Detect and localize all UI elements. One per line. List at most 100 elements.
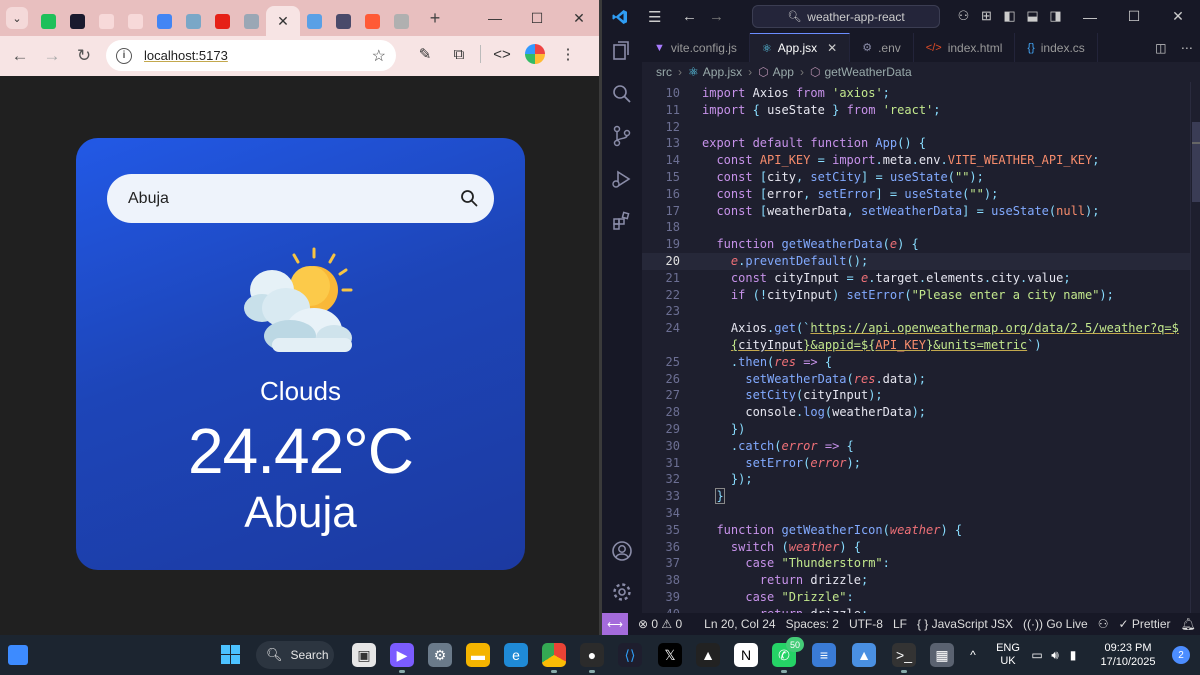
code-line[interactable]: 28 console.log(weatherData);: [642, 404, 1190, 421]
toggle-secondary-sidebar-icon[interactable]: ◨: [1044, 8, 1067, 24]
vscode-taskbar-icon[interactable]: ⟨⟩: [618, 643, 642, 667]
browser-tab[interactable]: [63, 6, 92, 36]
vscode-close-button[interactable]: ✕: [1156, 8, 1200, 25]
problems-indicator[interactable]: ⊗ 0 ⚠ 0: [638, 617, 682, 631]
code-line[interactable]: 13 export default function App() {: [642, 135, 1190, 152]
minimize-button[interactable]: —: [474, 10, 516, 27]
windows-start-icon[interactable]: [221, 645, 240, 664]
browser-tab[interactable]: [179, 6, 208, 36]
code-line[interactable]: 31 setError(error);: [642, 455, 1190, 472]
scrollbar-thumb[interactable]: [1192, 122, 1200, 202]
code-line[interactable]: 15 const [city, setCity] = useState("");: [642, 169, 1190, 186]
notifications-bell-icon[interactable]: 🔔︎: [1181, 617, 1196, 631]
copilot-icon[interactable]: ⚇: [952, 8, 975, 24]
language-indicator[interactable]: ENG UK: [988, 642, 1028, 668]
more-actions-icon[interactable]: ⋯: [1181, 41, 1193, 55]
capcut-icon[interactable]: ▲: [696, 643, 720, 667]
code-line[interactable]: 16 const [error, setError] = useState(""…: [642, 186, 1190, 203]
notification-badge[interactable]: 2: [1172, 646, 1190, 664]
extensions-icon[interactable]: ⧉: [442, 46, 476, 63]
city-search-input[interactable]: Abuja: [107, 174, 494, 223]
browser-tab[interactable]: [329, 6, 358, 36]
nav-back-icon[interactable]: ←: [682, 8, 697, 25]
code-line[interactable]: 34: [642, 505, 1190, 522]
back-button[interactable]: ←: [4, 46, 36, 66]
customize-layout-icon[interactable]: ⊞: [975, 8, 998, 24]
code-line[interactable]: 20 e.preventDefault();: [642, 253, 1190, 270]
chrome-icon[interactable]: [542, 643, 566, 673]
code-line[interactable]: {cityInput}&appid=${API_KEY}&units=metri…: [642, 337, 1190, 354]
code-editor[interactable]: 10 import Axios from 'axios'; 11 import { u…: [642, 82, 1190, 613]
copilot-status-icon[interactable]: ⚇: [1098, 617, 1109, 631]
new-tab-button[interactable]: +: [424, 8, 446, 29]
code-line[interactable]: 18: [642, 219, 1190, 236]
terminal-icon[interactable]: >_: [892, 643, 916, 673]
meet-icon[interactable]: ▶: [390, 643, 414, 673]
whatsapp-icon[interactable]: ✆ 50: [772, 637, 804, 673]
code-line[interactable]: 14 const API_KEY = import.meta.env.VITE_…: [642, 152, 1190, 169]
code-line[interactable]: 23: [642, 303, 1190, 320]
breadcrumb-item[interactable]: src: [656, 65, 672, 79]
vscode-minimize-button[interactable]: —: [1068, 9, 1112, 25]
split-editor-icon[interactable]: ◫: [1155, 41, 1166, 55]
edge-icon[interactable]: e: [504, 643, 528, 667]
devtools-icon[interactable]: <>: [485, 46, 519, 63]
photos-icon[interactable]: ▲: [852, 643, 876, 667]
close-tab-icon[interactable]: ✕: [827, 41, 837, 55]
breadcrumb-item[interactable]: App: [773, 65, 794, 79]
browser-tab[interactable]: [92, 6, 121, 36]
breadcrumb-item[interactable]: App.jsx: [703, 65, 742, 79]
settings-gear-icon[interactable]: ⚙: [428, 643, 452, 667]
browser-tab[interactable]: [34, 6, 63, 36]
breadcrumb-item[interactable]: getWeatherData: [824, 65, 911, 79]
code-line[interactable]: 29 }): [642, 421, 1190, 438]
close-tab-icon[interactable]: ✕: [277, 13, 289, 30]
code-line[interactable]: 19 function getWeatherData(e) {: [642, 236, 1190, 253]
browser-tab[interactable]: [358, 6, 387, 36]
explorer-icon[interactable]: [611, 40, 633, 62]
cursor-position[interactable]: Ln 20, Col 24: [704, 617, 775, 631]
code-line[interactable]: 12: [642, 119, 1190, 136]
x-icon[interactable]: 𝕏: [658, 643, 682, 667]
task-view-icon[interactable]: ▣: [352, 643, 376, 667]
indentation[interactable]: Spaces: 2: [786, 617, 839, 631]
browser-tab[interactable]: [121, 6, 150, 36]
calculator-icon[interactable]: ▦: [930, 643, 954, 667]
file-explorer-icon[interactable]: ▬: [466, 643, 490, 667]
menu-kebab-icon[interactable]: ⋮: [551, 45, 585, 63]
vscode-maximize-button[interactable]: ☐: [1112, 8, 1156, 25]
code-line[interactable]: 40 return drizzle;: [642, 606, 1190, 613]
clock[interactable]: 09:23 PM 17/10/2025: [1088, 641, 1168, 669]
remote-indicator-icon[interactable]: ⟷: [602, 613, 628, 635]
code-line[interactable]: 39 case "Drizzle":: [642, 589, 1190, 606]
pen-icon[interactable]: ✎: [408, 45, 442, 63]
browser-tab[interactable]: [387, 6, 416, 36]
code-line[interactable]: 32 });: [642, 471, 1190, 488]
browser-tab[interactable]: [237, 6, 266, 36]
code-line[interactable]: 17 const [weatherData, setWeatherData] =…: [642, 203, 1190, 220]
display-icon[interactable]: ▭: [1028, 648, 1046, 662]
tray-overflow-chevron-icon[interactable]: ^: [958, 648, 988, 662]
github-icon[interactable]: ●: [580, 643, 604, 673]
code-line[interactable]: 27 setCity(cityInput);: [642, 387, 1190, 404]
code-line[interactable]: 30 .catch(error => {: [642, 438, 1190, 455]
code-line[interactable]: 33 }: [642, 488, 1190, 505]
close-button[interactable]: ✕: [558, 10, 600, 27]
widgets-icon[interactable]: [8, 645, 28, 665]
reload-button[interactable]: ↻: [68, 46, 100, 66]
code-line[interactable]: 38 return drizzle;: [642, 572, 1190, 589]
code-line[interactable]: 24 Axios.get(`https://api.openweathermap…: [642, 320, 1190, 337]
battery-icon[interactable]: ▮: [1064, 648, 1082, 662]
encoding[interactable]: UTF-8: [849, 617, 883, 631]
code-line[interactable]: 21 const cityInput = e.target.elements.c…: [642, 270, 1190, 287]
maximize-button[interactable]: ☐: [516, 10, 558, 27]
search-icon[interactable]: [611, 83, 633, 105]
code-line[interactable]: 36 switch (weather) {: [642, 539, 1190, 556]
nav-forward-icon[interactable]: →: [709, 8, 724, 25]
profile-avatar[interactable]: [525, 44, 545, 64]
tab-index-css[interactable]: {} index.cs: [1015, 33, 1098, 62]
editor-scrollbar[interactable]: [1190, 82, 1200, 613]
toggle-panel-icon[interactable]: ⬓: [1021, 8, 1044, 24]
language-mode[interactable]: { } JavaScript JSX: [917, 617, 1013, 631]
code-line[interactable]: 26 setWeatherData(res.data);: [642, 371, 1190, 388]
